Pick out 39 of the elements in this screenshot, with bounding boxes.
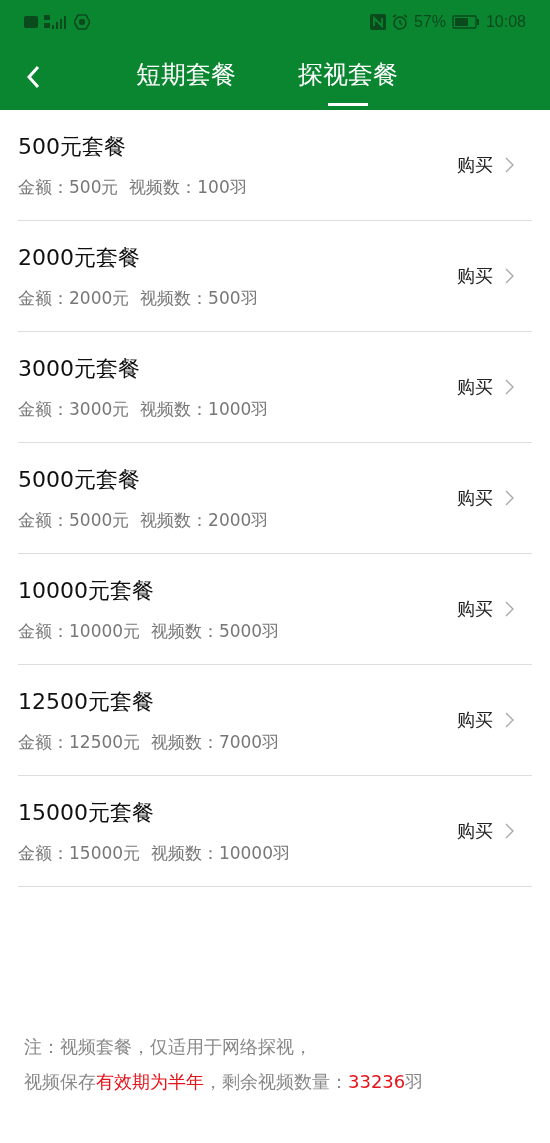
package-title: 5000元套餐	[18, 465, 141, 494]
buy-link[interactable]: 购买	[457, 153, 514, 177]
tab[interactable]: 短期套餐	[136, 48, 236, 106]
buy-link[interactable]: 购买	[457, 375, 514, 399]
chevron-icon	[505, 157, 514, 173]
battery-icon	[451, 15, 480, 29]
buy-link[interactable]: 购买	[457, 486, 514, 510]
nfc-icon	[369, 14, 386, 30]
back-icon[interactable]	[26, 65, 40, 89]
package-detail: 金额：2000元 视频数：500羽	[18, 286, 258, 310]
buy-link[interactable]: 购买	[457, 597, 514, 621]
package-detail: 金额：3000元 视频数：1000羽	[18, 397, 269, 421]
package-title: 10000元套餐	[18, 576, 155, 605]
chevron-icon	[505, 601, 514, 617]
chevron-icon	[505, 712, 514, 728]
chevron-icon	[505, 268, 514, 284]
chevron-icon	[505, 379, 514, 395]
buy-link[interactable]: 购买	[457, 708, 514, 732]
package-detail: 金额：15000元 视频数：10000羽	[18, 841, 290, 865]
clock: 10:08	[485, 13, 526, 31]
package-title: 12500元套餐	[18, 687, 155, 716]
chevron-icon	[505, 490, 514, 506]
package-title: 3000元套餐	[18, 354, 141, 383]
package-title: 15000元套餐	[18, 798, 155, 827]
package-title: 2000元套餐	[18, 243, 141, 272]
signal-icon	[44, 15, 68, 29]
tab[interactable]: 探视套餐	[298, 48, 398, 106]
note-text: 注：视频套餐，仅适用于网络探视，	[24, 1035, 313, 1059]
package-detail: 金额：12500元 视频数：7000羽	[18, 730, 280, 754]
package-detail: 金额：500元 视频数：100羽	[18, 175, 247, 199]
buy-link[interactable]: 购买	[457, 819, 514, 843]
package-detail: 金额：5000元 视频数：2000羽	[18, 508, 269, 532]
package-title: 500元套餐	[18, 132, 127, 161]
package-detail: 金额：10000元 视频数：5000羽	[18, 619, 280, 643]
chevron-icon	[505, 823, 514, 839]
note-text: 视频保存有效期为半年，剩余视频数量：33236羽	[24, 1070, 425, 1094]
battery-percent: 57%	[413, 13, 446, 31]
alarm-icon	[391, 14, 408, 30]
buy-link[interactable]: 购买	[457, 264, 514, 288]
